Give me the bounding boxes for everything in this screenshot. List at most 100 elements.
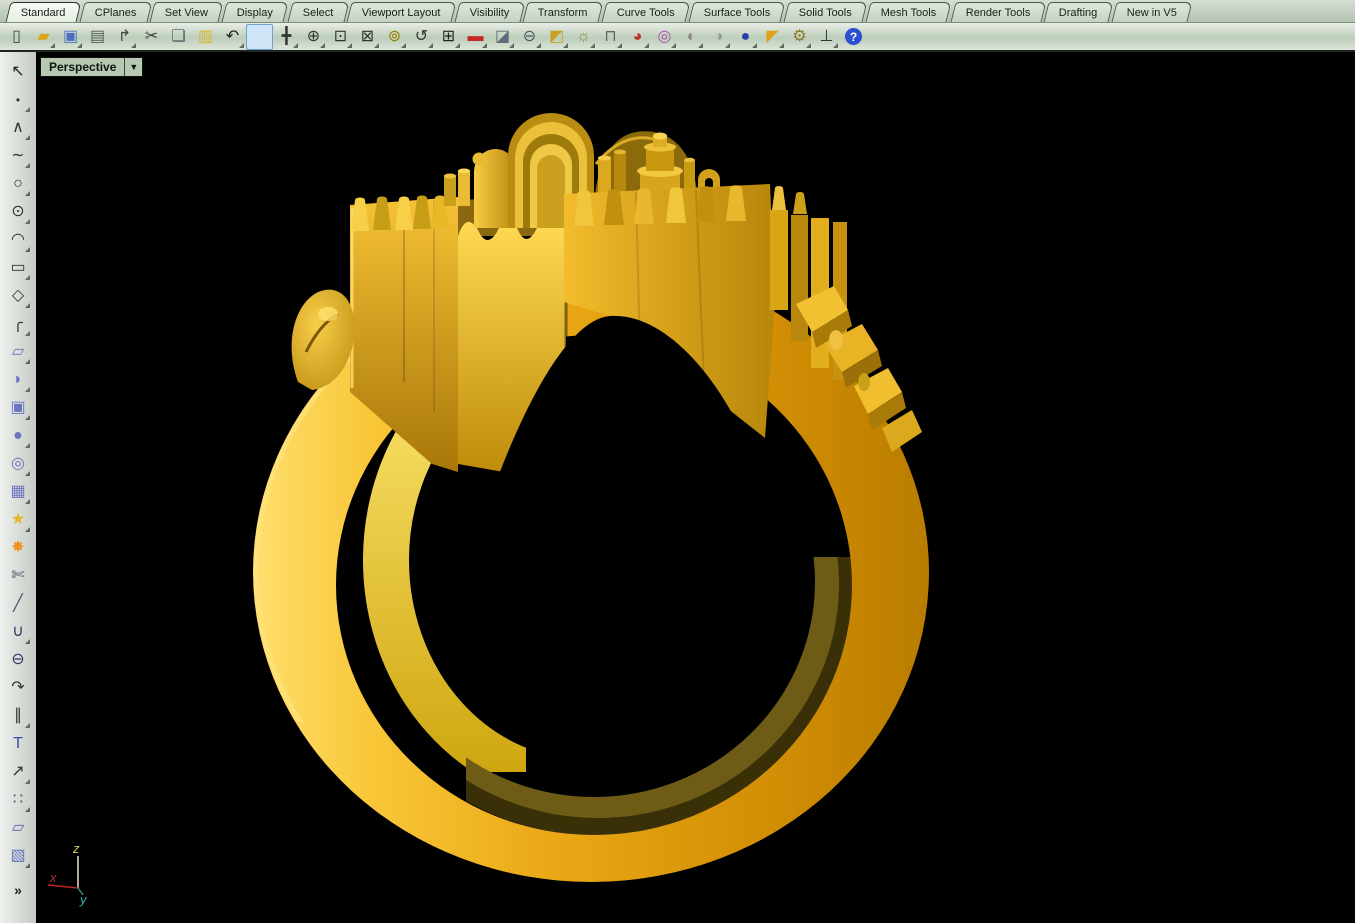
sidebar-tool-text[interactable]: T [5,731,31,757]
standard-toolbar: ▯▰ ▣ ▤↱✂❏ ▥ ↶ ╋⊕⊡⊠ ⊚ ↺ ⊞▬◪⊖◩ ☼ ⊓ ◕◎◐ ◑ ●◤⚙⊥? [0,22,1355,52]
render-button[interactable]: ▬ [462,24,489,50]
color-wheel-button[interactable]: ◎ [651,24,678,50]
tab-visibility[interactable]: Visibility [454,2,525,22]
tab-solid-tools[interactable]: Solid Tools [784,2,868,22]
ghosted-viewport-button[interactable]: ◑ [705,24,732,50]
sidebar-tool-curve[interactable]: ∼ [5,143,31,169]
sidebar-tool-box[interactable]: ▣ [5,395,31,421]
sidebar-tool-surface-from-curves[interactable]: ◗ [5,367,31,393]
sidebar-tool-polyline[interactable]: ∧ [5,115,31,141]
polygon-icon: ◇ [12,288,24,304]
sidebar-tool-sphere[interactable]: ● [5,423,31,449]
sidebar-tool-boolean-difference[interactable]: ⊖ [5,647,31,673]
save-file-button[interactable]: ▣ [57,24,84,50]
tab-transform[interactable]: Transform [523,2,604,22]
viewport-layout-button[interactable]: ⊞ [435,24,462,50]
viewport-title[interactable]: Perspective [41,58,124,76]
tab-select[interactable]: Select [287,2,349,22]
tab-drafting[interactable]: Drafting [1044,2,1114,22]
lock-icon: ⊓ [604,29,616,45]
zoom-selected-icon: ⊚ [388,29,401,45]
tab-viewport-layout[interactable]: Viewport Layout [347,2,457,22]
sidebar-tool-fillet-curve[interactable]: ╭ [5,311,31,337]
new-document-button[interactable]: ▯ [3,24,30,50]
help-button[interactable]: ? [840,24,867,50]
sidebar-tool-polygon[interactable]: ◇ [5,283,31,309]
sidebar-tool-solid-tools[interactable]: ▧ [5,843,31,869]
tab-label: Surface Tools [704,7,770,19]
print-button[interactable]: ▤ [84,24,111,50]
mesh-icon: ▦ [10,484,25,500]
sidebar-tool-explode[interactable]: ✸ [5,535,31,561]
tab-label: Visibility [470,7,510,19]
viewport-title-tab[interactable]: Perspective ▼ [40,57,143,77]
sidebar-tool-arc[interactable]: ◠ [5,227,31,253]
layers-button[interactable]: ◕ [624,24,651,50]
lights-icon: ☼ [576,29,591,45]
pan-view-button[interactable]: ╋ [273,24,300,50]
undo-view-change-icon: ↺ [415,29,428,45]
sidebar-tool-offset-curve[interactable]: ∥ [5,703,31,729]
undo-view-change-button[interactable]: ↺ [408,24,435,50]
sidebar-tool-extend-curve[interactable]: ↷ [5,675,31,701]
tab-new-in-v5[interactable]: New in V5 [1111,2,1192,22]
zoom-window-button[interactable]: ⊡ [327,24,354,50]
rectangle-icon: ▭ [10,260,25,276]
zoom-selected-button[interactable]: ⊚ [381,24,408,50]
spotlight-button[interactable]: ◤ [759,24,786,50]
selected-tool-button[interactable] [246,24,273,50]
save-file-icon: ▣ [63,29,78,45]
open-file-button[interactable]: ▰ [30,24,57,50]
ghosted-viewport-icon: ◑ [714,29,724,45]
sidebar-tool-copy-object[interactable]: ↗ [5,759,31,785]
export-button[interactable]: ↱ [111,24,138,50]
tab-curve-tools[interactable]: Curve Tools [602,2,691,22]
sidebar-tool-select[interactable]: ↖ [5,59,31,85]
sidebar-tool-trim[interactable]: ✄ [5,563,31,589]
sidebar-tool-circle[interactable]: ○ [5,171,31,197]
sidebar-tool-point[interactable]: • [5,87,31,113]
sidebar-tool-mesh[interactable]: ▦ [5,479,31,505]
sidebar-tool-cylinder[interactable]: ◎ [5,451,31,477]
axis-y-label: y [79,892,88,907]
zoom-extents-button[interactable]: ⊠ [354,24,381,50]
zoom-dynamic-button[interactable]: ⊕ [300,24,327,50]
options-gear-button[interactable]: ⚙ [786,24,813,50]
tab-label: CPlanes [95,7,137,19]
sidebar-tool-array[interactable]: ∷ [5,787,31,813]
lights-button[interactable]: ☼ [570,24,597,50]
sidebar-tool-rectangle[interactable]: ▭ [5,255,31,281]
set-view-button[interactable]: ⊖ [516,24,543,50]
paste-button[interactable]: ▥ [192,24,219,50]
paste-icon: ▥ [198,29,213,45]
dimension-button[interactable]: ⊥ [813,24,840,50]
tab-cplanes[interactable]: CPlanes [79,2,152,22]
tab-standard[interactable]: Standard [6,2,82,22]
tab-surface-tools[interactable]: Surface Tools [688,2,785,22]
lock-button[interactable]: ⊓ [597,24,624,50]
tab-label: New in V5 [1127,7,1177,19]
named-view-button[interactable]: ◩ [543,24,570,50]
sidebar-tool-surface-corner-points[interactable]: ▱ [5,339,31,365]
sidebar-tool-more-tools[interactable]: » [5,877,31,903]
tab-mesh-tools[interactable]: Mesh Tools [866,2,952,22]
sidebar-tool-ellipse[interactable]: ⊙ [5,199,31,225]
rendered-viewport-button[interactable]: ● [732,24,759,50]
viewport-dropdown-arrow-icon[interactable]: ▼ [124,58,142,76]
box-icon: ▣ [10,400,25,416]
viewport-canvas[interactable]: z x y [36,52,1355,923]
sidebar-tool-boolean-union[interactable]: ∪ [5,619,31,645]
tab-render-tools[interactable]: Render Tools [950,2,1046,22]
tab-display[interactable]: Display [222,2,289,22]
tab-set-view[interactable]: Set View [150,2,224,22]
perspective-viewport[interactable]: Perspective ▼ [36,52,1355,923]
offset-curve-icon: ∥ [14,708,22,724]
undo-button[interactable]: ↶ [219,24,246,50]
sidebar-tool-curve-boolean[interactable]: ★ [5,507,31,533]
shaded-viewport-button[interactable]: ◐ [678,24,705,50]
copy-button[interactable]: ❏ [165,24,192,50]
cplane-button[interactable]: ◪ [489,24,516,50]
cut-button[interactable]: ✂ [138,24,165,50]
sidebar-tool-split[interactable]: ╱ [5,591,31,617]
sidebar-tool-shear[interactable]: ▱ [5,815,31,841]
